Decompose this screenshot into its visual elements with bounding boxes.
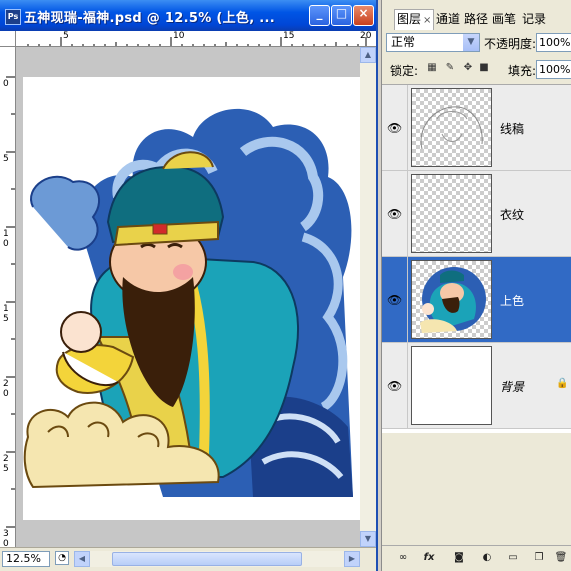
- status-bar: 12.5% ◔ ◀ ▶: [0, 547, 376, 571]
- tab-paths[interactable]: 路径: [464, 10, 488, 27]
- visibility-toggle[interactable]: 👁: [382, 85, 408, 170]
- scroll-left-button[interactable]: ◀: [74, 551, 90, 567]
- fill-input[interactable]: 100%: [536, 60, 571, 79]
- ruler-ticks: [27, 37, 367, 46]
- opacity-label: 不透明度:: [484, 37, 537, 51]
- panel-tabs: 图层 × 通道 路径 画笔 记录: [382, 0, 571, 30]
- blend-mode-value: 正常: [391, 35, 416, 49]
- lock-image-icon[interactable]: ✎: [444, 62, 456, 74]
- ruler-label: 5: [3, 154, 9, 164]
- lock-transparent-icon[interactable]: ▦: [426, 62, 438, 74]
- link-icon[interactable]: ∞: [396, 551, 410, 565]
- tab-brushes[interactable]: 画笔: [492, 10, 516, 27]
- child-head: [60, 311, 102, 353]
- vertical-scrollbar[interactable]: ▲ ▼: [360, 47, 376, 547]
- zoom-field[interactable]: 12.5%: [2, 551, 50, 567]
- ruler-label: 10: [173, 31, 185, 41]
- lock-all-icon[interactable]: ■: [478, 62, 490, 74]
- folder-icon[interactable]: ▭: [506, 551, 520, 565]
- ruler-label: 5: [63, 31, 69, 41]
- fortune-god-artwork: [23, 108, 353, 498]
- opacity-input[interactable]: 100%: [536, 33, 571, 52]
- eye-icon[interactable]: 👁: [387, 379, 402, 393]
- ruler-label: 15: [283, 31, 295, 41]
- document-window: Ps 五神现瑞-福神.psd @ 12.5% (上色, ... _ □ × 5 …: [0, 0, 378, 571]
- lock-position-icon[interactable]: ✥: [462, 62, 474, 74]
- layers-panel: 图层 × 通道 路径 画笔 记录 正常 ▼ 不透明度: 100% 锁定: ▦ ✎ …: [381, 0, 571, 571]
- scroll-right-button[interactable]: ▶: [344, 551, 360, 567]
- scroll-up-button[interactable]: ▲: [360, 47, 376, 63]
- canvas-area[interactable]: [16, 47, 360, 547]
- tab-channels[interactable]: 通道: [436, 10, 460, 27]
- ruler-label: 2 0: [3, 379, 9, 399]
- layer-thumbnail: [411, 174, 492, 253]
- layer-name[interactable]: 线稿: [500, 120, 524, 137]
- layer-thumbnail: [411, 88, 492, 167]
- trash-icon[interactable]: 🗑: [554, 551, 568, 565]
- cheek: [173, 264, 193, 280]
- lock-label: 锁定:: [390, 64, 419, 78]
- horizontal-scrollbar[interactable]: ◀ ▶: [74, 551, 360, 567]
- left-wave: [30, 175, 100, 251]
- ruler-origin[interactable]: [0, 31, 16, 47]
- minimize-button[interactable]: _: [309, 5, 330, 26]
- document-title: 五神现瑞-福神.psd @ 12.5% (上色, ...: [24, 11, 275, 26]
- visibility-toggle[interactable]: 👁: [382, 257, 408, 342]
- layer-name[interactable]: 上色: [500, 292, 524, 309]
- horizontal-ruler[interactable]: 5 10 15 20: [16, 31, 376, 47]
- ruler-label: 1 0: [3, 229, 9, 249]
- vertical-ruler[interactable]: 0 5 1 0 1 5 2 0 2 5 3 0: [0, 47, 16, 547]
- mask-icon[interactable]: ◙: [452, 551, 466, 565]
- scroll-thumb[interactable]: [112, 552, 302, 566]
- ruler-label: 1 5: [3, 304, 9, 324]
- adjustment-icon[interactable]: ◐: [480, 551, 494, 565]
- maximize-button[interactable]: □: [331, 5, 352, 26]
- layers-footer: ∞ fx ◙ ◐ ▭ ❐ 🗑: [382, 545, 571, 570]
- color-thumbnail: [420, 267, 486, 333]
- layer-name[interactable]: 背景: [500, 378, 524, 395]
- fx-icon[interactable]: fx: [422, 551, 436, 565]
- status-info-icon[interactable]: ◔: [55, 551, 69, 565]
- layer-thumbnail: [411, 260, 492, 339]
- fill-label: 填充:: [508, 64, 537, 78]
- blend-mode-select[interactable]: 正常 ▼: [386, 33, 480, 52]
- ruler-label: 20: [360, 31, 372, 41]
- lineart-thumbnail: [420, 106, 483, 150]
- photoshop-app-icon[interactable]: Ps: [5, 9, 21, 25]
- hat-jewel: [152, 223, 168, 235]
- layer-lock-icon: 🔒: [556, 378, 569, 389]
- layer-row[interactable]: 👁 衣纹: [382, 171, 571, 257]
- eye-icon[interactable]: 👁: [387, 207, 402, 221]
- title-bar[interactable]: Ps 五神现瑞-福神.psd @ 12.5% (上色, ... _ □ ×: [0, 0, 376, 31]
- chevron-down-icon[interactable]: ▼: [463, 34, 479, 51]
- layer-name[interactable]: 衣纹: [500, 206, 524, 223]
- layer-thumbnail: [411, 346, 492, 425]
- tab-close-icon[interactable]: ×: [423, 15, 431, 26]
- layer-list: 👁 线稿 👁 衣纹 👁 上色 👁 背景 🔒: [382, 84, 571, 433]
- ruler-label: 0: [3, 79, 9, 89]
- ruler-label: 2 5: [3, 454, 9, 474]
- new-layer-icon[interactable]: ❐: [532, 551, 546, 565]
- layer-row[interactable]: 👁 背景 🔒: [382, 343, 571, 429]
- tab-history[interactable]: 记录: [522, 10, 546, 27]
- document-canvas[interactable]: [23, 77, 360, 520]
- eye-icon[interactable]: 👁: [387, 121, 402, 135]
- visibility-toggle[interactable]: 👁: [382, 343, 408, 428]
- layer-row[interactable]: 👁 线稿: [382, 85, 571, 171]
- tab-label: 图层: [397, 12, 422, 26]
- layer-row-selected[interactable]: 👁 上色: [382, 257, 571, 343]
- visibility-toggle[interactable]: 👁: [382, 171, 408, 256]
- ruler-label: 3 0: [3, 529, 9, 547]
- eye-icon[interactable]: 👁: [387, 293, 402, 307]
- scroll-down-button[interactable]: ▼: [360, 531, 376, 547]
- tab-layers[interactable]: 图层 ×: [394, 9, 435, 30]
- close-button[interactable]: ×: [353, 5, 374, 26]
